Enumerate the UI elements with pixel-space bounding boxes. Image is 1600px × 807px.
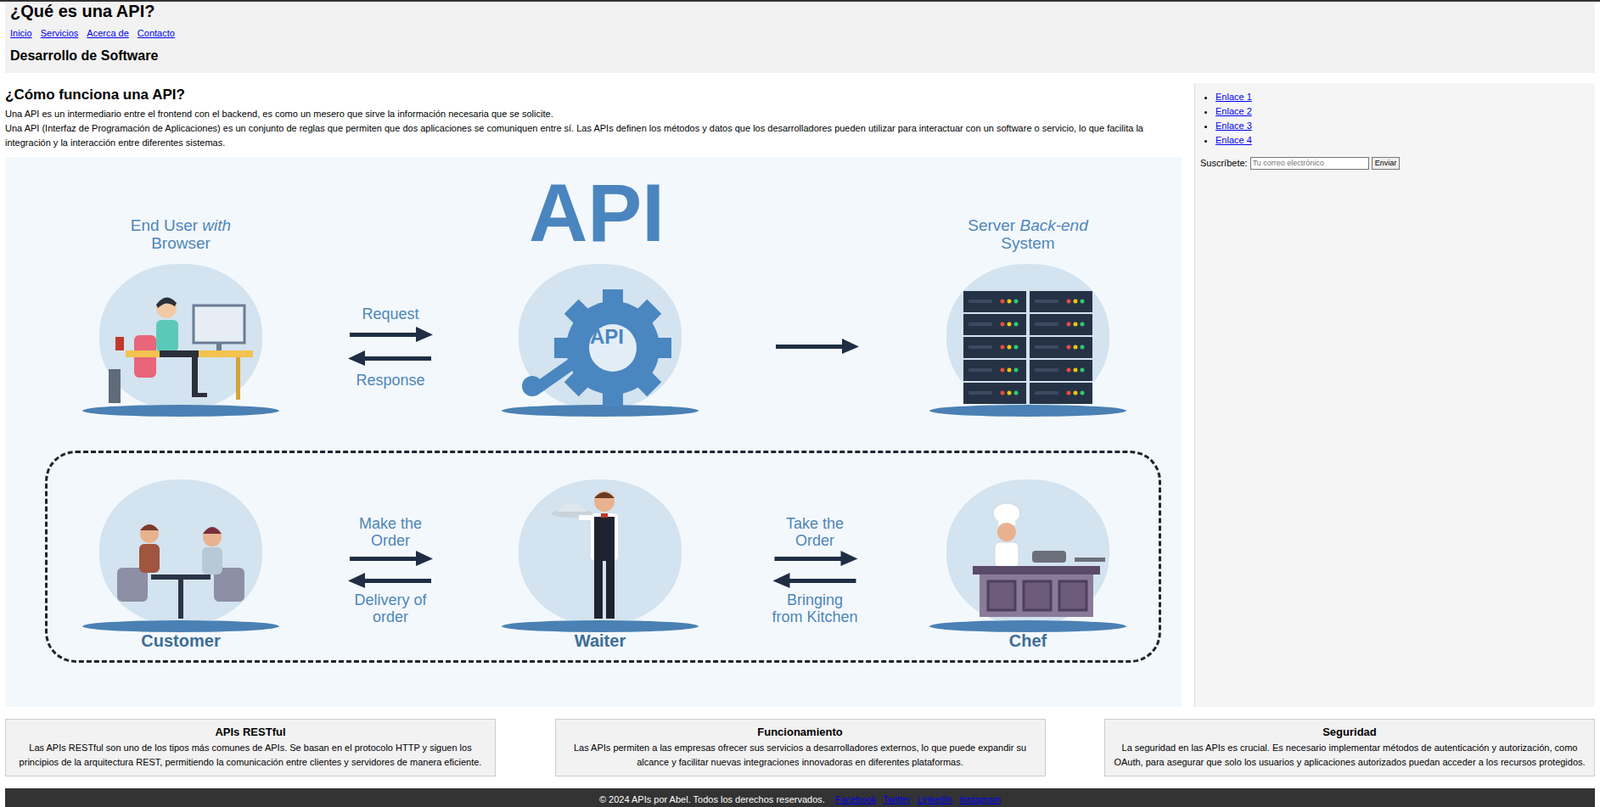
user-at-desk-icon — [100, 284, 262, 412]
card-text: Las APIs RESTful son uno de los tipos má… — [12, 741, 489, 770]
subscribe-button[interactable]: Enviar — [1371, 157, 1401, 170]
customer-illustration — [82, 479, 280, 633]
node-label: Customer — [140, 630, 220, 652]
nav-link[interactable]: Servicios — [40, 27, 79, 40]
right-arrow-icon — [348, 550, 433, 567]
left-arrow-icon — [772, 572, 858, 589]
node-label: Server Back-endSystem — [967, 216, 1089, 253]
sidebar-link[interactable]: Enlace 4 — [1215, 134, 1252, 146]
request-response: RequestResponse — [348, 304, 433, 390]
customers-at-table-icon — [100, 508, 262, 628]
nav-link[interactable]: Acerca de — [86, 27, 130, 40]
sidebar-link[interactable]: Enlace 1 — [1215, 91, 1252, 102]
node-label: Chef — [1009, 630, 1047, 652]
info-card: APIs RESTfulLas APIs RESTful son uno de … — [5, 718, 496, 777]
sidebar-item: Enlace 1 — [1215, 89, 1595, 105]
page: ¿Qué es una API? Inicio Servicios Acerca de… — [0, 0, 1600, 807]
left-arrow-icon — [348, 572, 433, 589]
nav-link[interactable]: Inicio — [10, 27, 33, 40]
gear-label: API — [589, 325, 624, 349]
info-card: FuncionamientoLas APIs permiten a las em… — [555, 718, 1046, 777]
card-title: Seguridad — [1111, 724, 1588, 740]
card-title: APIs RESTful — [12, 724, 489, 740]
subscribe-form: Suscríbete: Enviar — [1195, 156, 1595, 171]
card-text: La seguridad en las APIs es crucial. Es … — [1111, 741, 1588, 770]
right-arrow-icon — [774, 338, 859, 354]
copyright: © 2024 APIs por Abel. Todos los derechos… — [599, 792, 826, 807]
waiter-illustration — [501, 479, 699, 633]
chef-illustration — [929, 479, 1127, 633]
nav-link[interactable]: Contacto — [137, 27, 175, 40]
social-link[interactable]: LinkedIn — [917, 792, 954, 807]
email-input[interactable] — [1250, 157, 1370, 170]
paragraph: Una API es un intermediario entre el fro… — [5, 106, 1182, 122]
arrow-pair: Make theOrderDelivery oforder — [348, 515, 433, 626]
sidebar-link[interactable]: Enlace 3 — [1215, 120, 1252, 131]
main-content: ¿Cómo funciona una API?Una API es un int… — [5, 83, 1182, 708]
server-illustration — [929, 263, 1127, 417]
social-link[interactable]: Twitter — [882, 792, 910, 807]
api-diagram: API End User withBrowser API Server Back-en… — [5, 157, 1182, 708]
diagram-title: API — [528, 172, 665, 254]
section-heading: ¿Cómo funciona una API? — [5, 85, 1182, 105]
header-subtitle: Desarrollo de Software — [10, 47, 1590, 65]
gear-illustration: API — [501, 263, 699, 417]
content-row: ¿Cómo funciona una API?Una API es un int… — [5, 83, 1595, 708]
sidebar-item: Enlace 3 — [1215, 118, 1595, 134]
paragraph: Una API (Interfaz de Programación de Apl… — [5, 121, 1182, 151]
subscribe-label: Suscríbete: — [1200, 156, 1248, 171]
left-arrow-icon — [348, 350, 433, 366]
user-illustration — [82, 263, 280, 417]
social-link[interactable]: Facebook — [835, 792, 876, 807]
sidebar-links: Enlace 1 Enlace 2 Enlace 3 Enlace 4 — [1195, 89, 1595, 148]
right-arrow-icon — [772, 550, 858, 567]
node-label: Waiter — [574, 630, 626, 652]
social-link[interactable]: Instagram — [959, 792, 1001, 807]
info-cards: APIs RESTfulLas APIs RESTful son uno de … — [5, 718, 1595, 777]
sidebar-item: Enlace 2 — [1215, 104, 1595, 119]
node-label: End User withBrowser — [130, 216, 231, 253]
info-card: SeguridadLa seguridad en las APIs es cru… — [1104, 718, 1595, 777]
chef-icon — [947, 499, 1109, 628]
sidebar: Enlace 1 Enlace 2 Enlace 3 Enlace 4 Suscríbe… — [1194, 83, 1595, 708]
sidebar-item: Enlace 4 — [1215, 133, 1595, 148]
header: ¿Qué es una API? Inicio Servicios Acerca de… — [5, 1, 1595, 73]
arrow-pair: Take theOrderBringingfrom Kitchen — [771, 515, 858, 626]
card-text: Las APIs permiten a las empresas ofrecer… — [562, 741, 1039, 770]
page-title: ¿Qué es una API? — [10, 1, 1590, 21]
card-title: Funcionamiento — [562, 724, 1039, 740]
server-rack-icon — [951, 284, 1105, 412]
waiter-icon — [519, 482, 681, 628]
sidebar-link[interactable]: Enlace 2 — [1215, 106, 1252, 117]
main-nav: Inicio Servicios Acerca de Contacto — [10, 27, 1590, 40]
right-arrow-icon — [348, 326, 433, 343]
footer: © 2024 APIs por Abel. Todos los derechos… — [5, 788, 1595, 807]
